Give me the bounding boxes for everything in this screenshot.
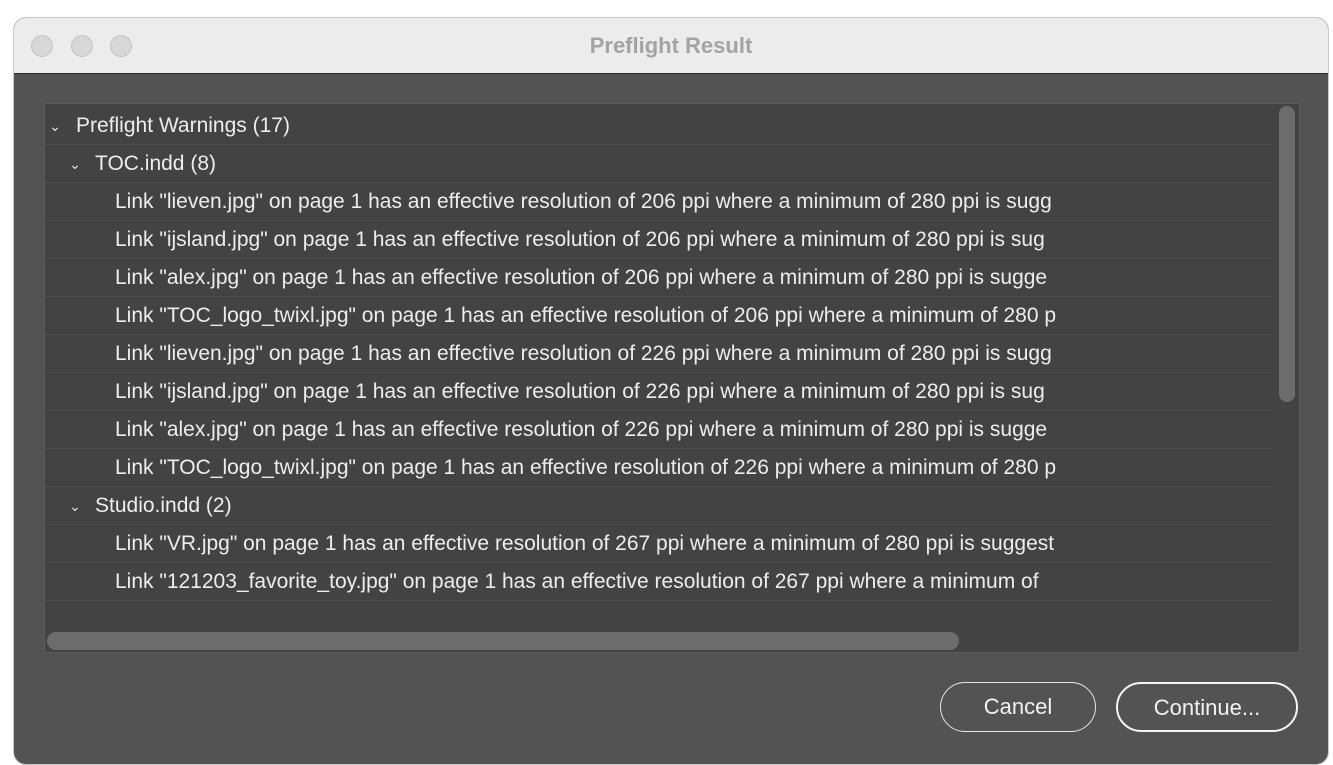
warning-text: Link "ijsland.jpg" on page 1 has an effe… — [115, 228, 1045, 251]
warning-text: Link "lieven.jpg" on page 1 has an effec… — [115, 342, 1052, 365]
vertical-scrollbar-thumb[interactable] — [1279, 106, 1295, 402]
warning-item[interactable]: Link "alex.jpg" on page 1 has an effecti… — [45, 259, 1273, 297]
warning-item[interactable]: Link "121203_favorite_toy.jpg" on page 1… — [45, 563, 1273, 601]
tree-group-studio-indd[interactable]: ⌄ Studio.indd (2) — [45, 487, 1273, 525]
horizontal-scrollbar-thumb[interactable] — [47, 632, 959, 650]
preflight-warnings-panel: ⌄ Preflight Warnings (17) ⌄ TOC.indd (8)… — [44, 103, 1300, 653]
warnings-tree: ⌄ Preflight Warnings (17) ⌄ TOC.indd (8)… — [45, 104, 1273, 626]
tree-row-label: TOC.indd (8) — [95, 152, 216, 175]
warning-item[interactable]: Link "lieven.jpg" on page 1 has an effec… — [45, 183, 1273, 221]
warning-text: Link "TOC_logo_twixl.jpg" on page 1 has … — [115, 456, 1057, 479]
warning-text: Link "alex.jpg" on page 1 has an effecti… — [115, 266, 1048, 289]
continue-button[interactable]: Continue... — [1116, 682, 1298, 732]
warning-text: Link "TOC_logo_twixl.jpg" on page 1 has … — [115, 304, 1057, 327]
warning-text: Link "lieven.jpg" on page 1 has an effec… — [115, 190, 1052, 213]
title-bar: Preflight Result — [14, 18, 1328, 74]
warning-text: Link "VR.jpg" on page 1 has an effective… — [115, 532, 1055, 555]
warning-item[interactable]: Link "ijsland.jpg" on page 1 has an effe… — [45, 221, 1273, 259]
tree-root-preflight-warnings[interactable]: ⌄ Preflight Warnings (17) — [45, 107, 1273, 145]
window-title: Preflight Result — [589, 33, 753, 58]
warning-item[interactable]: Link "TOC_logo_twixl.jpg" on page 1 has … — [45, 297, 1273, 335]
warning-item[interactable]: Link "alex.jpg" on page 1 has an effecti… — [45, 411, 1273, 449]
warning-item[interactable]: Link "ijsland.jpg" on page 1 has an effe… — [45, 373, 1273, 411]
chevron-down-icon[interactable]: ⌄ — [47, 107, 63, 144]
cancel-button[interactable]: Cancel — [940, 682, 1096, 732]
tree-group-toc-indd[interactable]: ⌄ TOC.indd (8) — [45, 145, 1273, 183]
tree-row-label: Preflight Warnings (17) — [76, 114, 290, 137]
preflight-result-dialog: Preflight Result ⌄ Preflight Warnings (1… — [14, 18, 1328, 764]
warning-item[interactable]: Link "TOC_logo_twixl.jpg" on page 1 has … — [45, 449, 1273, 487]
warning-text: Link "121203_favorite_toy.jpg" on page 1… — [115, 570, 1039, 593]
tree-row-label: Studio.indd (2) — [95, 494, 232, 517]
tree-group-partially-visible[interactable] — [45, 601, 1273, 626]
warning-item[interactable]: Link "lieven.jpg" on page 1 has an effec… — [45, 335, 1273, 373]
chevron-down-icon[interactable]: ⌄ — [67, 487, 83, 524]
warning-item[interactable]: Link "VR.jpg" on page 1 has an effective… — [45, 525, 1273, 563]
warning-text: Link "alex.jpg" on page 1 has an effecti… — [115, 418, 1048, 441]
chevron-down-icon[interactable]: ⌄ — [67, 145, 83, 182]
warning-text: Link "ijsland.jpg" on page 1 has an effe… — [115, 380, 1045, 403]
